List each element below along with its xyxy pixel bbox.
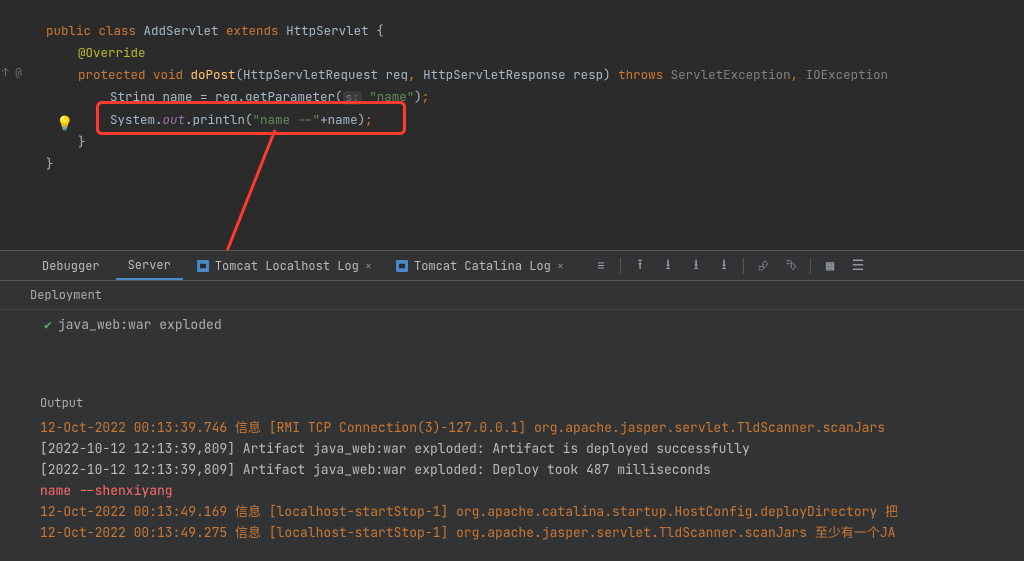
layout-icon[interactable]: ▦: [821, 257, 839, 275]
settings-icon[interactable]: ☰: [849, 257, 867, 275]
code-line: @Override: [0, 42, 1024, 64]
log-line: name --shenxiyang: [40, 480, 1024, 501]
code-line: }: [0, 153, 1024, 175]
filter-icon[interactable]: ⮵: [754, 257, 772, 275]
separator: [810, 258, 811, 274]
code-line: protected void doPost(HttpServletRequest…: [0, 64, 1024, 86]
panel-toolbar: ≡ ⭱ ⭳ ⭳ ⭳ ⮵ ⮷ ▦ ☰: [592, 254, 867, 278]
artifact-name: java_web:war exploded: [58, 316, 222, 333]
close-icon[interactable]: ×: [365, 258, 372, 274]
separator: [743, 258, 744, 274]
run-panel: Debugger Server Tomcat Localhost Log × T…: [0, 250, 1024, 561]
code-line: System.out.println("name --"+name);: [0, 109, 1024, 131]
download-icon[interactable]: ⭳: [659, 254, 677, 278]
tab-label: Tomcat Catalina Log: [414, 258, 551, 274]
log-line: [2022-10-12 12:13:39,809] Artifact java_…: [40, 459, 1024, 480]
code-editor[interactable]: ↑ @ 💡 public class AddServlet extends Ht…: [0, 0, 1024, 245]
intention-bulb-icon[interactable]: 💡: [56, 115, 73, 133]
check-icon: ✔: [44, 316, 52, 333]
log-line: 12-Oct-2022 00:13:39.746 信息 [RMI TCP Con…: [40, 417, 1024, 438]
console-output[interactable]: 12-Oct-2022 00:13:39.746 信息 [RMI TCP Con…: [0, 417, 1024, 543]
deployment-header: Deployment: [0, 281, 1024, 310]
code-line: }: [0, 131, 1024, 153]
log-line: 12-Oct-2022 00:13:49.169 信息 [localhost-s…: [40, 501, 1024, 522]
tab-server[interactable]: Server: [116, 252, 183, 280]
log-line: [2022-10-12 12:13:39,809] Artifact java_…: [40, 438, 1024, 459]
log-line: 12-Oct-2022 00:13:49.275 信息 [localhost-s…: [40, 522, 1024, 543]
tab-tomcat-localhost-log[interactable]: Tomcat Localhost Log ×: [187, 253, 382, 279]
filter-icon[interactable]: ⮷: [782, 257, 800, 275]
download-icon[interactable]: ⭳: [687, 254, 705, 278]
tomcat-icon: [396, 260, 408, 272]
code-line: public class AddServlet extends HttpServ…: [0, 20, 1024, 42]
wrap-icon[interactable]: ≡: [592, 257, 610, 275]
close-icon[interactable]: ×: [557, 258, 564, 274]
download-icon[interactable]: ⭳: [715, 254, 733, 278]
code-line: String name = req.getParameter(s: "name"…: [0, 86, 1024, 109]
deployment-artifact[interactable]: ✔ java_web:war exploded: [0, 310, 1024, 339]
tomcat-icon: [197, 260, 209, 272]
output-label: Output: [0, 391, 1024, 417]
separator: [620, 258, 621, 274]
tab-tomcat-catalina-log[interactable]: Tomcat Catalina Log ×: [386, 253, 574, 279]
tab-label: Tomcat Localhost Log: [215, 258, 359, 274]
panel-tab-bar: Debugger Server Tomcat Localhost Log × T…: [0, 251, 1024, 281]
gutter-override-icon: ↑ @: [2, 66, 22, 80]
export-icon[interactable]: ⭱: [631, 254, 649, 278]
tab-debugger[interactable]: Debugger: [30, 253, 112, 279]
